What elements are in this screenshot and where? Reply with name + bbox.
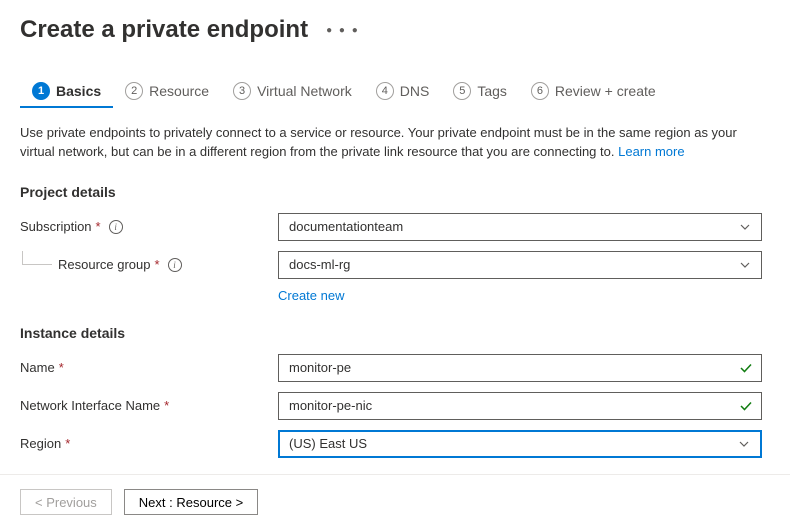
project-details-heading: Project details: [0, 162, 790, 208]
wizard-footer: < Previous Next : Resource >: [0, 474, 790, 528]
nic-name-value: monitor-pe-nic: [289, 398, 372, 413]
tab-resource[interactable]: 2 Resource: [113, 74, 221, 108]
chevron-down-icon: [739, 259, 751, 271]
name-input[interactable]: monitor-pe: [278, 354, 762, 382]
nic-name-label: Network Interface Name: [20, 398, 160, 413]
wizard-tabs: 1 Basics 2 Resource 3 Virtual Network 4 …: [0, 44, 790, 108]
tab-label: Basics: [56, 83, 101, 99]
tab-number: 2: [125, 82, 143, 100]
region-value: (US) East US: [289, 436, 367, 451]
tab-number: 5: [453, 82, 471, 100]
resource-group-select[interactable]: docs-ml-rg: [278, 251, 762, 279]
chevron-down-icon: [739, 221, 751, 233]
resource-group-label: Resource group: [58, 257, 151, 272]
required-indicator: *: [59, 360, 64, 375]
tab-label: Tags: [477, 83, 507, 99]
create-new-link[interactable]: Create new: [0, 284, 790, 303]
tab-number: 3: [233, 82, 251, 100]
nic-name-input[interactable]: monitor-pe-nic: [278, 392, 762, 420]
tab-dns[interactable]: 4 DNS: [364, 74, 442, 108]
required-indicator: *: [155, 257, 160, 272]
tab-label: Virtual Network: [257, 83, 352, 99]
tab-number: 6: [531, 82, 549, 100]
subscription-value: documentationteam: [289, 219, 403, 234]
name-label: Name: [20, 360, 55, 375]
chevron-down-icon: [738, 438, 750, 450]
info-icon[interactable]: i: [168, 258, 182, 272]
page-title: Create a private endpoint: [20, 16, 308, 44]
subscription-select[interactable]: documentationteam: [278, 213, 762, 241]
required-indicator: *: [65, 436, 70, 451]
required-indicator: *: [96, 219, 101, 234]
previous-button[interactable]: < Previous: [20, 489, 112, 515]
required-indicator: *: [164, 398, 169, 413]
name-value: monitor-pe: [289, 360, 351, 375]
more-actions-icon[interactable]: ● ● ●: [326, 25, 360, 36]
tab-label: Review + create: [555, 83, 656, 99]
tab-number: 4: [376, 82, 394, 100]
valid-check-icon: [739, 361, 753, 375]
subscription-label: Subscription: [20, 219, 92, 234]
tab-label: DNS: [400, 83, 430, 99]
info-icon[interactable]: i: [109, 220, 123, 234]
description-text: Use private endpoints to privately conne…: [0, 108, 790, 162]
tab-basics[interactable]: 1 Basics: [20, 74, 113, 108]
learn-more-link[interactable]: Learn more: [618, 144, 684, 159]
valid-check-icon: [739, 399, 753, 413]
next-button[interactable]: Next : Resource >: [124, 489, 258, 515]
tab-tags[interactable]: 5 Tags: [441, 74, 519, 108]
tab-number: 1: [32, 82, 50, 100]
tab-label: Resource: [149, 83, 209, 99]
tab-virtual-network[interactable]: 3 Virtual Network: [221, 74, 364, 108]
tab-review-create[interactable]: 6 Review + create: [519, 74, 668, 108]
indent-bracket: [22, 251, 52, 265]
resource-group-value: docs-ml-rg: [289, 257, 350, 272]
region-label: Region: [20, 436, 61, 451]
instance-details-heading: Instance details: [0, 303, 790, 349]
region-select[interactable]: (US) East US: [278, 430, 762, 458]
